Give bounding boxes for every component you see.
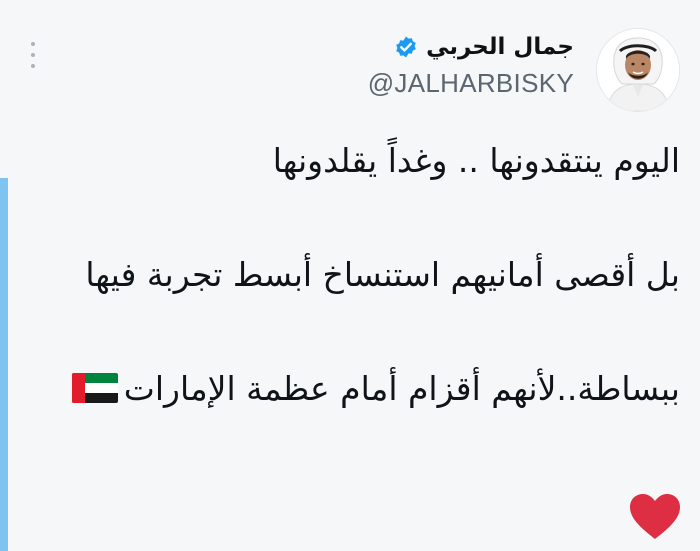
profile-avatar[interactable]	[596, 28, 680, 112]
red-heart-icon	[630, 494, 680, 539]
tweet-line-3-row: ببساطة..لأنهم أقزام أمام عظمة الإمارات	[30, 360, 680, 417]
more-options-icon[interactable]	[26, 42, 40, 68]
author-handle[interactable]: @JALHARBISKY	[368, 68, 574, 99]
display-name[interactable]: جمال الحربي	[426, 34, 574, 60]
author-names: جمال الحربي @JALHARBISKY	[368, 34, 574, 99]
line-spacer	[30, 303, 680, 360]
line-spacer	[30, 189, 680, 246]
uae-flag-icon	[71, 372, 118, 403]
tweet-line-1: اليوم ينتقدونها .. وغداً يقلدونها	[272, 141, 680, 180]
left-accent-bar	[0, 178, 8, 551]
display-name-row[interactable]: جمال الحربي	[394, 34, 574, 60]
tweet-header: جمال الحربي @JALHARBISKY	[368, 28, 680, 112]
tweet-text: اليوم ينتقدونها .. وغداً يقلدونها بل أقص…	[30, 132, 680, 417]
tweet-line-2: بل أقصى أمانيهم استنساخ أبسط تجربة فيها	[85, 255, 680, 294]
more-dot	[31, 42, 35, 46]
more-dot	[31, 53, 35, 57]
more-dot	[31, 64, 35, 68]
avatar-portrait-icon	[597, 29, 679, 111]
verified-badge-icon	[396, 36, 416, 58]
tweet-line-3: ببساطة..لأنهم أقزام أمام عظمة الإمارات	[123, 369, 680, 408]
